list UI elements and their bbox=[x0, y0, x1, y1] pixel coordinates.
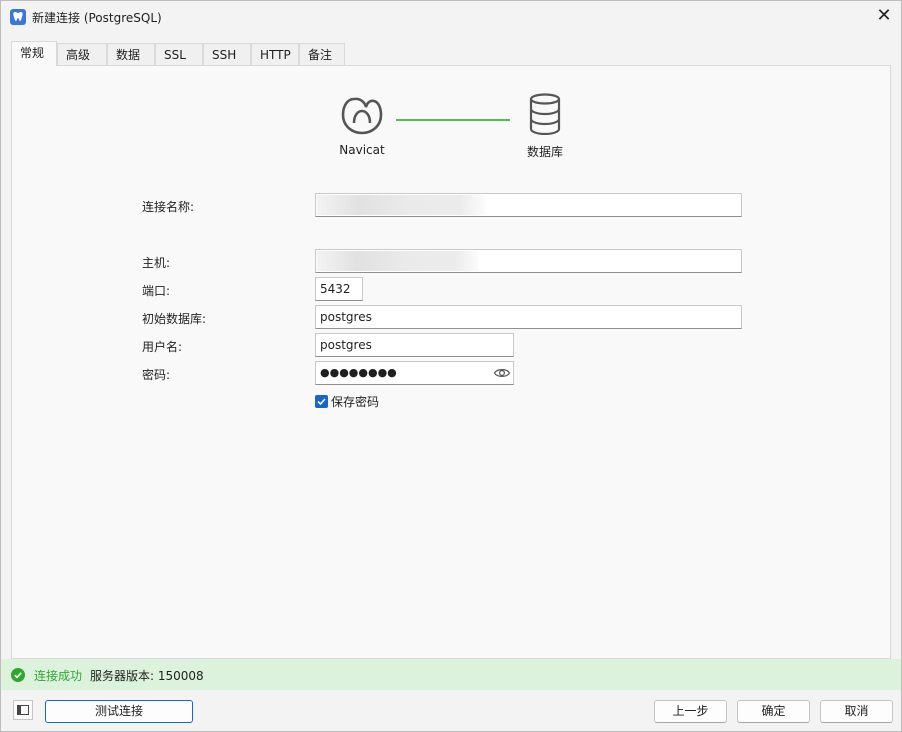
ok-button[interactable]: 确定 bbox=[737, 700, 810, 723]
host-label: 主机: bbox=[142, 256, 171, 270]
test-connection-button[interactable]: 测试连接 bbox=[45, 700, 193, 723]
save-password-checkbox[interactable] bbox=[315, 395, 328, 408]
status-bar: 连接成功 服务器版本: 150008 bbox=[1, 659, 901, 690]
navicat-logo-icon bbox=[340, 93, 384, 137]
redacted-value bbox=[317, 195, 485, 215]
tab-general[interactable]: 常规 bbox=[11, 41, 57, 66]
tab-ssh[interactable]: SSH bbox=[203, 43, 251, 65]
postgresql-app-icon bbox=[10, 9, 26, 25]
port-label: 端口: bbox=[142, 284, 171, 298]
redacted-value bbox=[317, 251, 479, 271]
port-input[interactable]: 5432 bbox=[315, 277, 363, 301]
username-input[interactable]: postgres bbox=[315, 333, 514, 357]
save-password-label: 保存密码 bbox=[331, 395, 380, 409]
tab-databases[interactable]: 数据库 bbox=[107, 43, 155, 84]
connection-name-input[interactable] bbox=[315, 193, 742, 217]
close-icon: ✕ bbox=[876, 5, 892, 26]
success-check-icon bbox=[11, 668, 25, 682]
window-title: 新建连接 (PostgreSQL) bbox=[32, 11, 162, 25]
username-label: 用户名: bbox=[142, 340, 183, 354]
tab-advanced[interactable]: 高级 bbox=[57, 43, 107, 65]
password-mask: ●●●●●●●● bbox=[320, 366, 397, 379]
connection-success-text: 连接成功 bbox=[34, 669, 83, 683]
tab-http[interactable]: HTTP bbox=[251, 43, 299, 65]
previous-button[interactable]: 上一步 bbox=[654, 700, 727, 723]
tab-ssl[interactable]: SSL bbox=[155, 43, 203, 65]
initial-database-label: 初始数据库: bbox=[142, 312, 207, 326]
checkmark-icon bbox=[317, 398, 326, 406]
server-version-text: 服务器版本: 150008 bbox=[90, 669, 204, 683]
database-label: 数据库 bbox=[526, 145, 563, 159]
dialog-window: 新建连接 (PostgreSQL) ✕ 常规 高级 数据库 SSL SSH HT… bbox=[0, 0, 902, 732]
dialog-footer: 测试连接 上一步 确定 取消 bbox=[1, 690, 901, 731]
show-password-eye-icon[interactable] bbox=[493, 365, 511, 381]
initial-database-input[interactable]: postgres bbox=[315, 305, 742, 329]
toggle-panel-button[interactable] bbox=[13, 700, 33, 720]
host-input[interactable] bbox=[315, 249, 742, 273]
database-icon bbox=[528, 93, 562, 136]
general-panel: Navicat 数据库 连接名称: 主机: 端口: 5432 初始数据库: po… bbox=[11, 65, 891, 659]
password-label: 密码: bbox=[142, 368, 171, 382]
tab-bar: 常规 高级 数据库 SSL SSH HTTP 备注 bbox=[11, 41, 891, 84]
title-bar: 新建连接 (PostgreSQL) ✕ bbox=[1, 1, 901, 33]
close-button[interactable]: ✕ bbox=[873, 5, 895, 27]
sidebar-toggle-icon bbox=[17, 705, 29, 715]
connection-line bbox=[396, 119, 510, 121]
connection-name-label: 连接名称: bbox=[142, 200, 195, 214]
cancel-button[interactable]: 取消 bbox=[820, 700, 893, 723]
tab-notes[interactable]: 备注 bbox=[299, 43, 345, 65]
password-input[interactable]: ●●●●●●●● bbox=[315, 361, 514, 385]
navicat-label: Navicat bbox=[339, 143, 385, 157]
